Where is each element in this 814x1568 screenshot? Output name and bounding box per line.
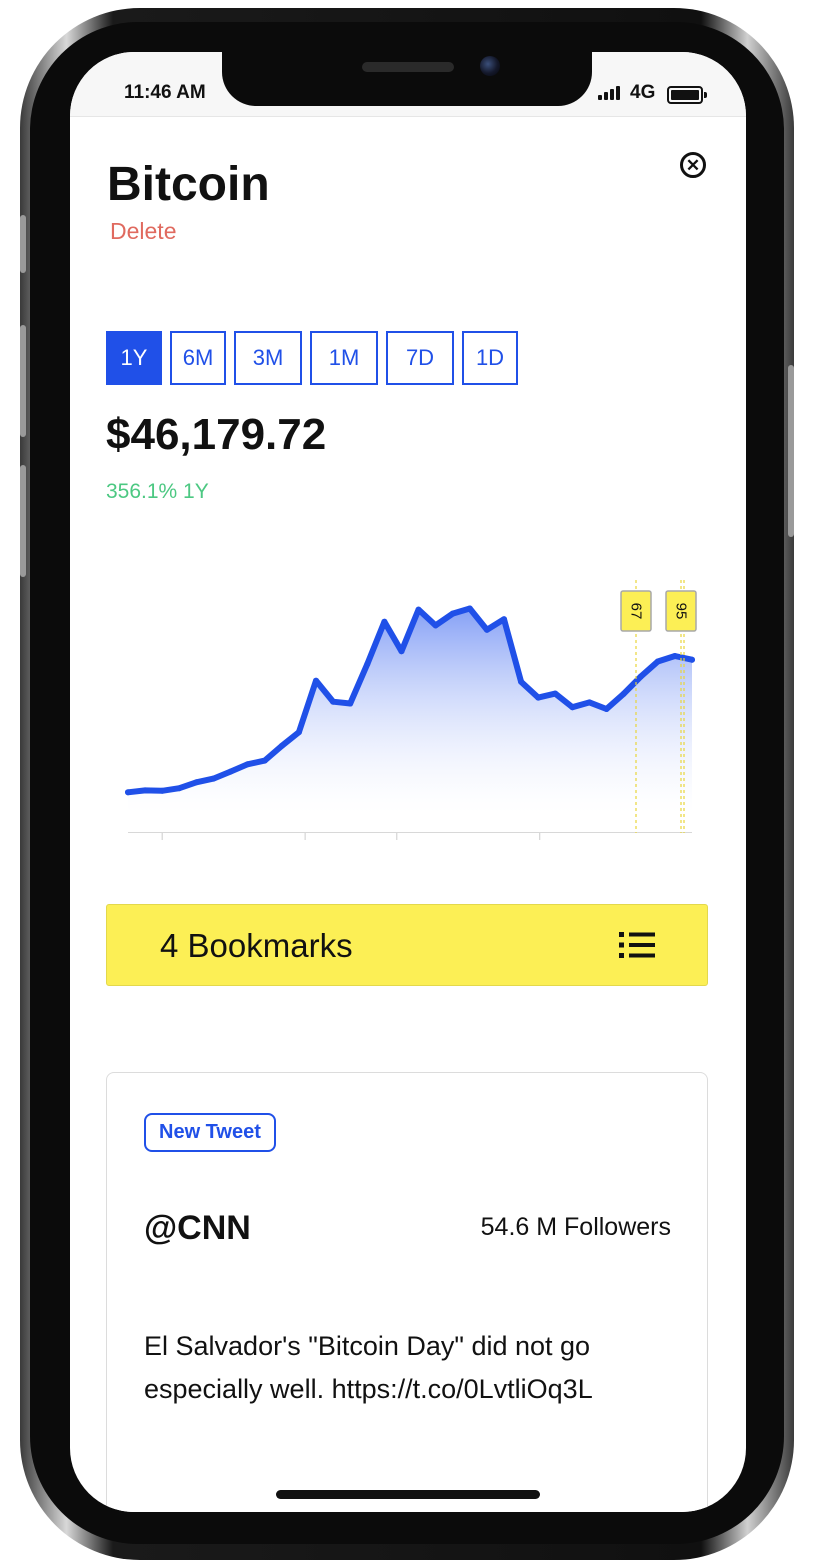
chart-point [295,729,302,736]
front-camera [480,56,500,76]
chart-point [210,775,217,782]
range-1m-button[interactable]: 1M [310,331,378,385]
chart-point [227,768,234,775]
chart-point [313,677,319,684]
range-3m-button[interactable]: 3M [234,331,302,385]
network-type: 4G [630,82,656,103]
chart-point [278,742,285,749]
chart-point [415,606,422,613]
home-indicator[interactable] [276,1490,540,1499]
phone-screen: 11:46 AM 4G Bitcoin ✕ Delete 1Y 6M 3M 1M… [70,52,746,1512]
battery-icon [667,86,707,104]
chart-point [432,622,439,629]
status-time: 11:46 AM [124,82,206,103]
chart-point [398,648,405,655]
chart-point [330,698,337,705]
chart-point [637,673,644,680]
bookmarks-bar[interactable]: 4 Bookmarks [106,904,708,986]
chart-point [569,704,576,711]
current-price: $46,179.72 [106,410,327,459]
volume-down-button [20,465,26,577]
mute-switch [20,215,26,273]
power-button [788,365,794,537]
chart-point [535,694,542,701]
chart-point [176,785,183,792]
chart-point [125,789,131,796]
chart-point [501,616,507,623]
follower-count: 54.6 M Followers [480,1213,671,1241]
chart-point [603,706,610,712]
chart-point [518,678,525,685]
volume-up-button [20,325,26,437]
chart-point [620,690,627,697]
price-chart[interactable]: Oct '202021Mar '21Jun '216795 [70,512,746,842]
close-icon[interactable]: ✕ [680,152,706,178]
chart-point [466,605,473,612]
range-1y-button[interactable]: 1Y [106,331,162,385]
chart-point [244,761,251,768]
price-change: 356.1% 1Y [106,480,209,503]
range-7d-button[interactable]: 7D [386,331,454,385]
chart-point [347,700,354,707]
chart-point [381,618,388,625]
bookmarks-label: 4 Bookmarks [160,927,353,964]
chart-point [364,661,371,668]
new-tweet-badge: New Tweet [144,1113,276,1152]
bookmark-flag-label: 67 [628,603,645,620]
tweet-card[interactable]: New Tweet @CNN 54.6 M Followers El Salva… [106,1072,708,1512]
chart-point [689,656,695,663]
chart-point [586,699,593,706]
speaker-grille [362,62,454,72]
tweet-handle[interactable]: @CNN [144,1209,251,1248]
chart-point [142,787,149,794]
chart-point [552,690,559,697]
range-6m-button[interactable]: 6M [170,331,226,385]
chart-point [671,653,678,659]
signal-icon [598,86,620,100]
delete-button[interactable]: Delete [110,218,176,245]
notch [222,52,592,106]
chart-point [449,610,456,617]
tweet-text: El Salvador's "Bitcoin Day" did not go e… [144,1331,593,1404]
list-icon [619,932,655,958]
chart-point [483,626,490,633]
chart-point [261,757,268,764]
chart-point [654,658,661,665]
bookmark-flag-label: 95 [673,603,690,620]
chart-point [193,779,200,786]
range-1d-button[interactable]: 1D [462,331,518,385]
time-range-selector: 1Y 6M 3M 1M 7D 1D [106,331,518,385]
chart-point [159,787,166,794]
page-title: Bitcoin [107,158,270,211]
